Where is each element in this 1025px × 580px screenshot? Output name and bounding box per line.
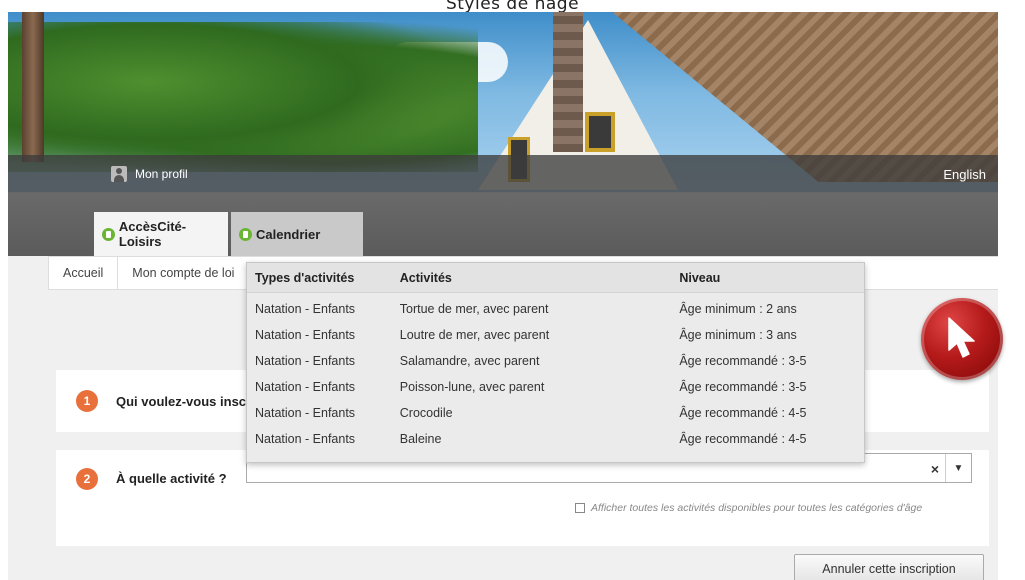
cursor-icon bbox=[921, 298, 1003, 380]
option-type: Natation - Enfants bbox=[255, 302, 356, 316]
option-type: Natation - Enfants bbox=[255, 328, 356, 342]
step-1-label: Qui voulez-vous insc bbox=[116, 394, 247, 409]
option-type: Natation - Enfants bbox=[255, 354, 356, 368]
column-header-type: Types d'activités bbox=[255, 270, 355, 285]
dropdown-option[interactable]: Natation - Enfants Crocodile Âge recomma… bbox=[247, 400, 864, 426]
tab-accescite-loisirs[interactable]: AccèsCité-Loisirs bbox=[94, 212, 228, 256]
option-level: Âge recommandé : 4-5 bbox=[679, 432, 807, 446]
cancel-registration-button[interactable]: Annuler cette inscription bbox=[794, 554, 984, 580]
show-all-label: Afficher toutes les activités disponible… bbox=[591, 502, 923, 514]
dropdown-option[interactable]: Natation - Enfants Poisson-lune, avec pa… bbox=[247, 374, 864, 400]
option-activity: Baleine bbox=[399, 432, 442, 446]
tabs-bar: AccèsCité-Loisirs Calendrier bbox=[8, 193, 998, 256]
clear-icon[interactable]: × bbox=[931, 461, 939, 477]
option-level: Âge minimum : 2 ans bbox=[679, 302, 797, 316]
option-level: Âge recommandé : 4-5 bbox=[679, 406, 807, 420]
tab-label: Calendrier bbox=[256, 226, 321, 242]
show-all-checkbox[interactable] bbox=[575, 503, 585, 513]
option-level: Âge minimum : 3 ans bbox=[679, 328, 797, 342]
option-type: Natation - Enfants bbox=[255, 406, 356, 420]
nav-item-mon-compte[interactable]: Mon compte de loi bbox=[118, 257, 248, 289]
option-activity: Crocodile bbox=[399, 406, 453, 420]
chevron-down-icon[interactable]: ▼ bbox=[945, 454, 971, 482]
option-activity: Poisson-lune, avec parent bbox=[399, 380, 545, 394]
profile-bar: Mon profil English bbox=[8, 155, 998, 193]
option-type: Natation - Enfants bbox=[255, 432, 356, 446]
step-2-label: À quelle activité ? bbox=[116, 471, 227, 486]
person-icon bbox=[111, 166, 127, 182]
dropdown-option[interactable]: Natation - Enfants Baleine Âge recommand… bbox=[247, 426, 864, 452]
dropdown-option[interactable]: Natation - Enfants Salamandre, avec pare… bbox=[247, 348, 864, 374]
tab-label: AccèsCité-Loisirs bbox=[118, 219, 187, 249]
column-header-level: Niveau bbox=[679, 270, 721, 285]
language-link[interactable]: English bbox=[943, 167, 986, 182]
profile-label: Mon profil bbox=[135, 167, 188, 181]
option-type: Natation - Enfants bbox=[255, 380, 356, 394]
option-activity: Loutre de mer, avec parent bbox=[399, 328, 550, 342]
option-activity: Salamandre, avec parent bbox=[399, 354, 540, 368]
tab-calendrier[interactable]: Calendrier bbox=[231, 212, 363, 256]
nav-item-accueil[interactable]: Accueil bbox=[49, 257, 119, 289]
app-frame: Mon profil English AccèsCité-Loisirs Cal… bbox=[8, 12, 998, 580]
step-1-badge: 1 bbox=[76, 390, 98, 412]
dropdown-header-row: Types d'activités Activités Niveau bbox=[247, 263, 864, 293]
column-header-activity: Activités bbox=[399, 270, 452, 285]
dropdown-option[interactable]: Natation - Enfants Tortue de mer, avec p… bbox=[247, 296, 864, 322]
dropdown-option[interactable]: Natation - Enfants Loutre de mer, avec p… bbox=[247, 322, 864, 348]
lock-icon bbox=[102, 227, 115, 241]
step-2-badge: 2 bbox=[76, 468, 98, 490]
show-all-activities-option[interactable]: Afficher toutes les activités disponible… bbox=[575, 502, 922, 514]
option-level: Âge recommandé : 3-5 bbox=[679, 380, 807, 394]
lock-icon bbox=[239, 227, 252, 241]
option-activity: Tortue de mer, avec parent bbox=[399, 302, 549, 316]
activity-dropdown: Types d'activités Activités Niveau Natat… bbox=[246, 262, 865, 463]
option-level: Âge recommandé : 3-5 bbox=[679, 354, 807, 368]
profile-link[interactable]: Mon profil bbox=[111, 166, 188, 182]
